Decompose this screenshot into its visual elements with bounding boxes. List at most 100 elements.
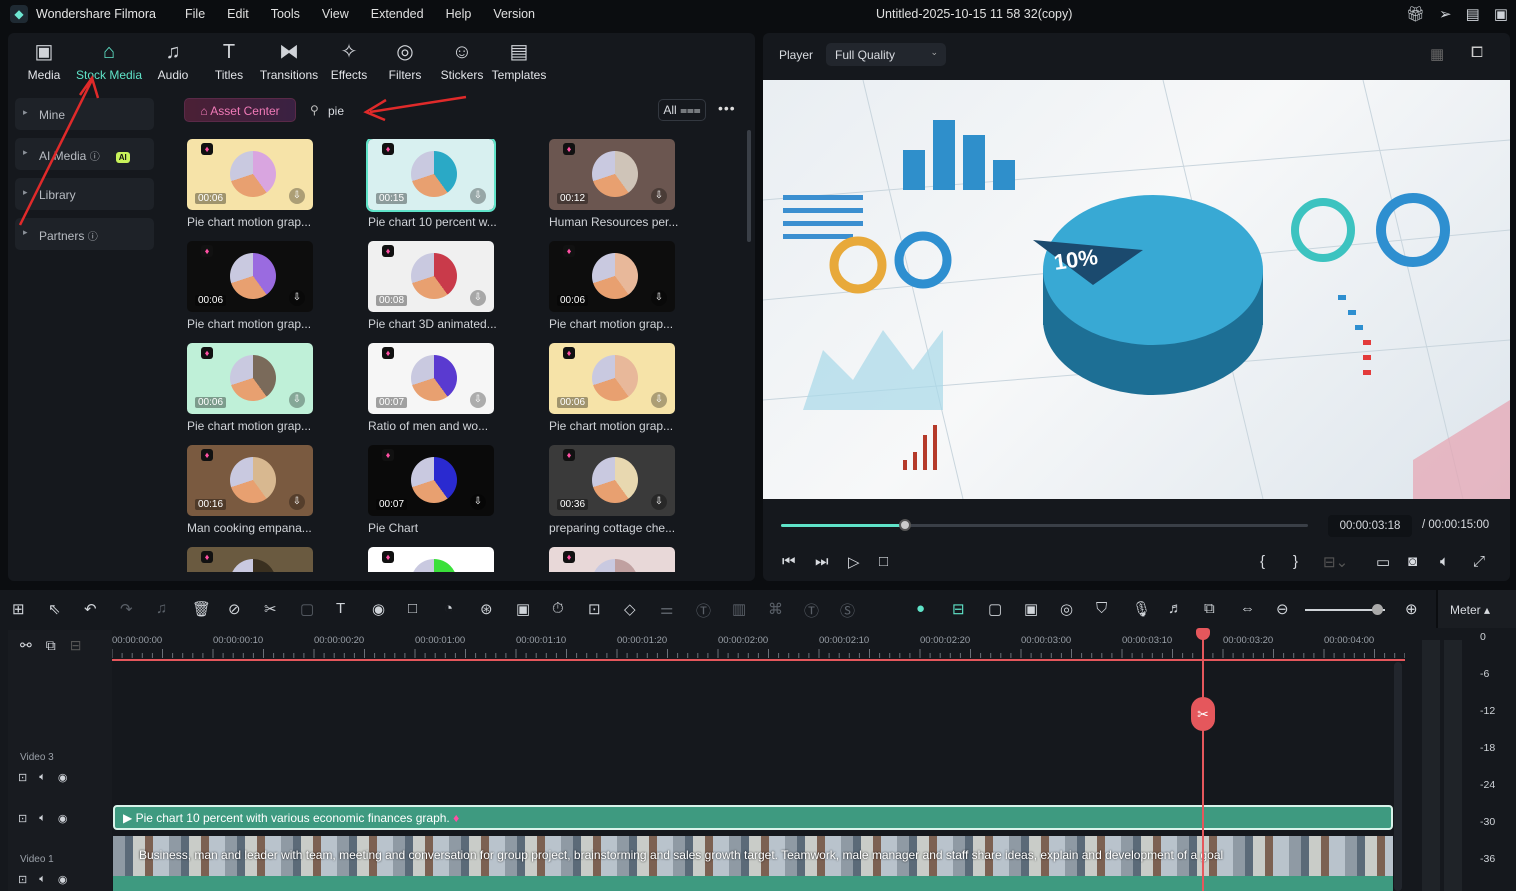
music-list-icon[interactable]: ♬ <box>1168 600 1204 618</box>
link-icon[interactable]: ⧉ <box>46 637 56 654</box>
fullscreen-icon[interactable]: ⤢ <box>1473 553 1485 570</box>
result-card[interactable]: ♦ <box>549 547 675 572</box>
audio-icon[interactable]: ♫ <box>156 600 192 621</box>
eye-icon[interactable]: ◉ <box>58 812 68 825</box>
keyframe-icon[interactable]: ◇ <box>624 600 660 621</box>
progress-handle[interactable] <box>898 519 911 531</box>
result-card[interactable]: ♦ 00:07 ⇩ Ratio of men and wo... <box>368 343 494 433</box>
download-icon[interactable]: ⇩ <box>289 392 305 408</box>
stop-icon[interactable]: □ <box>879 553 888 570</box>
download-icon[interactable]: ⇩ <box>651 392 667 408</box>
download-icon[interactable]: ⇩ <box>289 290 305 306</box>
lock-icon[interactable]: ⊡ <box>18 812 27 825</box>
shape-icon[interactable]: □ <box>408 600 444 621</box>
ai-audio-icon[interactable]: ◉ <box>372 600 408 621</box>
microphone-icon[interactable]: 🎙︎ <box>1132 600 1168 618</box>
timeline-clip-pie-chart[interactable]: ▶ Pie chart 10 percent with various econ… <box>113 805 1393 830</box>
insert-icon[interactable]: ⊟⌄ <box>1323 553 1348 571</box>
download-icon[interactable]: ⇩ <box>289 494 305 510</box>
speaker-icon[interactable]: 🔈︎ <box>39 873 46 886</box>
result-card[interactable]: ♦ 00:06 ⇩ Pie chart motion grap... <box>187 241 313 331</box>
crop-icon[interactable]: ▢ <box>300 600 336 621</box>
download-icon[interactable]: ⇩ <box>651 290 667 306</box>
voice-icon[interactable]: Ⓢ <box>840 600 876 621</box>
playback-icon[interactable]: ◎ <box>1060 600 1096 618</box>
meter-toggle[interactable]: Meter ▴ <box>1438 590 1516 628</box>
result-card[interactable]: ♦ 00:06 ⇩ Pie chart motion grap... <box>549 343 675 433</box>
shield-icon[interactable]: ⛉ <box>1096 600 1132 618</box>
download-icon[interactable]: ⇩ <box>470 494 486 510</box>
premium-gem-icon: ♦ <box>382 245 394 257</box>
ai-erase-icon[interactable]: ⊘ <box>228 600 264 621</box>
download-icon[interactable]: ⇩ <box>470 290 486 306</box>
ai-video-icon[interactable]: ▣ <box>1024 600 1060 618</box>
split-scissors-icon[interactable]: ✂ <box>1191 697 1215 731</box>
group-icon[interactable]: ⌘ <box>768 600 804 621</box>
waveform-icon[interactable]: ▥ <box>732 600 768 621</box>
download-icon[interactable]: ⇩ <box>651 494 667 510</box>
ai-copilot-icon[interactable]: ● <box>916 600 952 618</box>
next-frame-icon[interactable]: ⏭︎ <box>815 553 829 570</box>
adjust-icon[interactable]: ⚌ <box>660 600 696 621</box>
speaker-icon[interactable]: 🔈︎ <box>39 771 46 784</box>
duration: 00:06 <box>195 397 227 408</box>
grid-view-icon[interactable]: ▦ <box>1430 45 1444 63</box>
display-icon[interactable]: ▭ <box>1376 553 1390 571</box>
timeline-scrollbar[interactable] <box>1394 662 1402 891</box>
delete-icon[interactable]: 🗑︎ <box>192 600 228 621</box>
current-time[interactable]: 00:00:03:18 <box>1328 515 1412 537</box>
quality-dropdown[interactable]: Full Quality ⌄ <box>826 43 946 66</box>
tasks-icon[interactable]: ▤ <box>1466 5 1480 23</box>
result-card[interactable]: ♦ 00:07 ⇩ Pie Chart <box>368 445 494 535</box>
redo-icon[interactable]: ↷ <box>120 600 156 621</box>
select-tool-icon[interactable]: ⇖ <box>48 600 84 621</box>
mark-in-icon[interactable]: { <box>1260 553 1265 570</box>
ruler-label: 00:00:03:20 <box>1223 635 1274 646</box>
result-card[interactable]: ♦ <box>187 547 313 572</box>
translate-icon[interactable]: Ⓣ <box>804 600 840 621</box>
result-card[interactable]: ♦ <box>368 547 494 572</box>
auto-caption-icon[interactable]: ▢ <box>988 600 1024 618</box>
timeline-ruler[interactable]: 00:00:00:00 00:00:00:10 00:00:00:20 00:00:0… <box>112 630 1405 660</box>
ai-portrait-icon[interactable]: ▣ <box>516 600 552 621</box>
lock-icon[interactable]: ⊡ <box>18 771 27 784</box>
scissors-icon[interactable]: ✂ <box>264 600 300 621</box>
speed-icon[interactable]: ◔ <box>444 600 480 621</box>
add-frame-icon[interactable]: ⊡ <box>588 600 624 621</box>
playhead[interactable] <box>1202 630 1204 891</box>
eye-icon[interactable]: ◉ <box>58 771 68 784</box>
play-icon[interactable]: ▷ <box>848 553 860 571</box>
result-card[interactable]: ♦ 00:06 ⇩ Pie chart motion grap... <box>549 241 675 331</box>
gift-icon[interactable]: 🎁︎ <box>1406 5 1425 23</box>
track-icon[interactable]: ⊟ <box>70 637 82 654</box>
lock-icon[interactable]: ⊡ <box>18 873 27 886</box>
smart-render-icon[interactable]: ⊟ <box>952 600 988 618</box>
clip-icon[interactable]: ⧉ <box>1204 600 1240 618</box>
send-icon[interactable]: ➢ <box>1439 5 1452 23</box>
scope-icon[interactable]: ⧠ <box>1471 44 1483 61</box>
result-card[interactable]: ♦ 00:16 ⇩ Man cooking empana... <box>187 445 313 535</box>
speaker-icon[interactable]: 🔈︎ <box>39 812 46 825</box>
zoom-slider-handle[interactable] <box>1372 604 1383 615</box>
work-area-bar[interactable] <box>112 659 1405 661</box>
snapshot-icon[interactable]: ◙ <box>1408 553 1417 570</box>
fit-icon[interactable]: ⇔ <box>1240 600 1276 618</box>
unlink-icon[interactable]: ⚯ <box>20 637 32 654</box>
result-card[interactable]: ♦ 00:06 ⇩ Pie chart motion grap... <box>187 343 313 433</box>
undo-icon[interactable]: ↶ <box>84 600 120 621</box>
volume-icon[interactable]: 🔈︎ <box>1440 553 1449 570</box>
result-card[interactable]: ♦ 00:36 ⇩ preparing cottage che... <box>549 445 675 535</box>
text-tool-icon[interactable]: T <box>336 600 372 621</box>
eye-icon[interactable]: ◉ <box>58 873 68 886</box>
zoom-in-icon[interactable]: ⊕ <box>1405 600 1418 618</box>
timeline-clip-business[interactable]: Business, man and leader with team, meet… <box>113 836 1393 891</box>
layout-grid-icon[interactable]: ⊞ <box>12 600 48 621</box>
result-card[interactable]: ♦ 00:08 ⇩ Pie chart 3D animated... <box>368 241 497 331</box>
prev-frame-icon[interactable]: ⏮︎ <box>782 553 796 570</box>
layout-icon[interactable]: ▣ <box>1494 5 1508 23</box>
timer-icon[interactable]: ⏱︎ <box>552 600 588 621</box>
download-icon[interactable]: ⇩ <box>470 392 486 408</box>
mark-out-icon[interactable]: } <box>1293 553 1298 570</box>
color-icon[interactable]: ⊛ <box>480 600 516 621</box>
ai-text-icon[interactable]: Ⓣ <box>696 600 732 621</box>
